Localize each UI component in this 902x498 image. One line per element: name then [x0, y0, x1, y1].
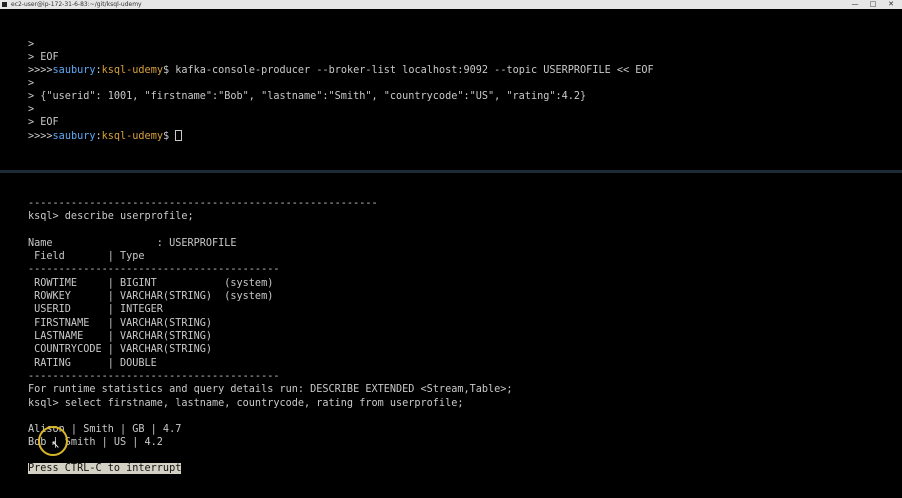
terminal-line: ksql> describe userprofile;: [28, 211, 194, 222]
terminal-line: >: [28, 104, 35, 115]
prompt-prefix: >>>>: [28, 131, 53, 142]
terminal-line: ----------------------------------------…: [28, 371, 280, 382]
command-text: kafka-console-producer --broker-list loc…: [175, 65, 654, 76]
interrupt-hint: Press CTRL-C to interrupt: [28, 463, 182, 474]
terminal-line: Field | Type: [28, 251, 145, 262]
terminal-line: LASTNAME | VARCHAR(STRING): [28, 331, 213, 342]
terminal-line: >: [28, 39, 35, 50]
terminal-line: Name : USERPROFILE: [28, 238, 237, 249]
interrupt-hint-line: Press CTRL-C to interrupt: [28, 462, 182, 475]
terminal-line: RATING | DOUBLE: [28, 358, 157, 369]
terminal-line: > EOF: [28, 117, 59, 128]
mouse-pointer-icon: ↖: [51, 438, 61, 451]
terminal-line: USERID | INTEGER: [28, 304, 163, 315]
terminal-line: ksql> select firstname, lastname, countr…: [28, 398, 464, 409]
prompt-suffix: $: [162, 65, 176, 76]
terminal-line: > {"userid": 1001, "firstname":"Bob", "l…: [28, 91, 587, 102]
terminal-line: ROWTIME | BIGINT (system): [28, 278, 274, 289]
terminal-line: For runtime statistics and query details…: [28, 384, 513, 395]
terminal-line: FIRSTNAME | VARCHAR(STRING): [28, 318, 213, 329]
terminal-line: >: [28, 78, 35, 89]
window-title: ec2-user@ip-172-31-6-83:~/git/ksql-udemy: [11, 1, 142, 8]
prompt-user: saubury: [52, 131, 96, 142]
minimize-button[interactable]: —: [848, 0, 862, 9]
terminal-line: COUNTRYCODE | VARCHAR(STRING): [28, 344, 213, 355]
terminal-line: ROWKEY | VARCHAR(STRING) (system): [28, 291, 274, 302]
close-button[interactable]: ✕: [884, 0, 898, 9]
terminal-line: ----------------------------------------…: [28, 264, 280, 275]
text-cursor: [175, 130, 183, 141]
prompt-dir: ksql-udemy: [101, 65, 163, 76]
terminal-line: > EOF: [28, 52, 59, 63]
prompt-dir: ksql-udemy: [101, 131, 163, 142]
terminal-command-line: >>>>saubury:ksql-udemy$ kafka-console-pr…: [28, 64, 654, 77]
prompt-suffix: $: [162, 131, 176, 142]
maximize-button[interactable]: □: [866, 0, 880, 9]
terminal-icon: [2, 2, 7, 7]
terminal-prompt-line[interactable]: >>>>saubury:ksql-udemy$: [28, 130, 183, 143]
terminal-line: ----------------------------------------…: [28, 198, 378, 209]
prompt-prefix: >>>>: [28, 65, 53, 76]
window-titlebar: ec2-user@ip-172-31-6-83:~/git/ksql-udemy…: [0, 0, 902, 9]
prompt-user: saubury: [52, 65, 96, 76]
